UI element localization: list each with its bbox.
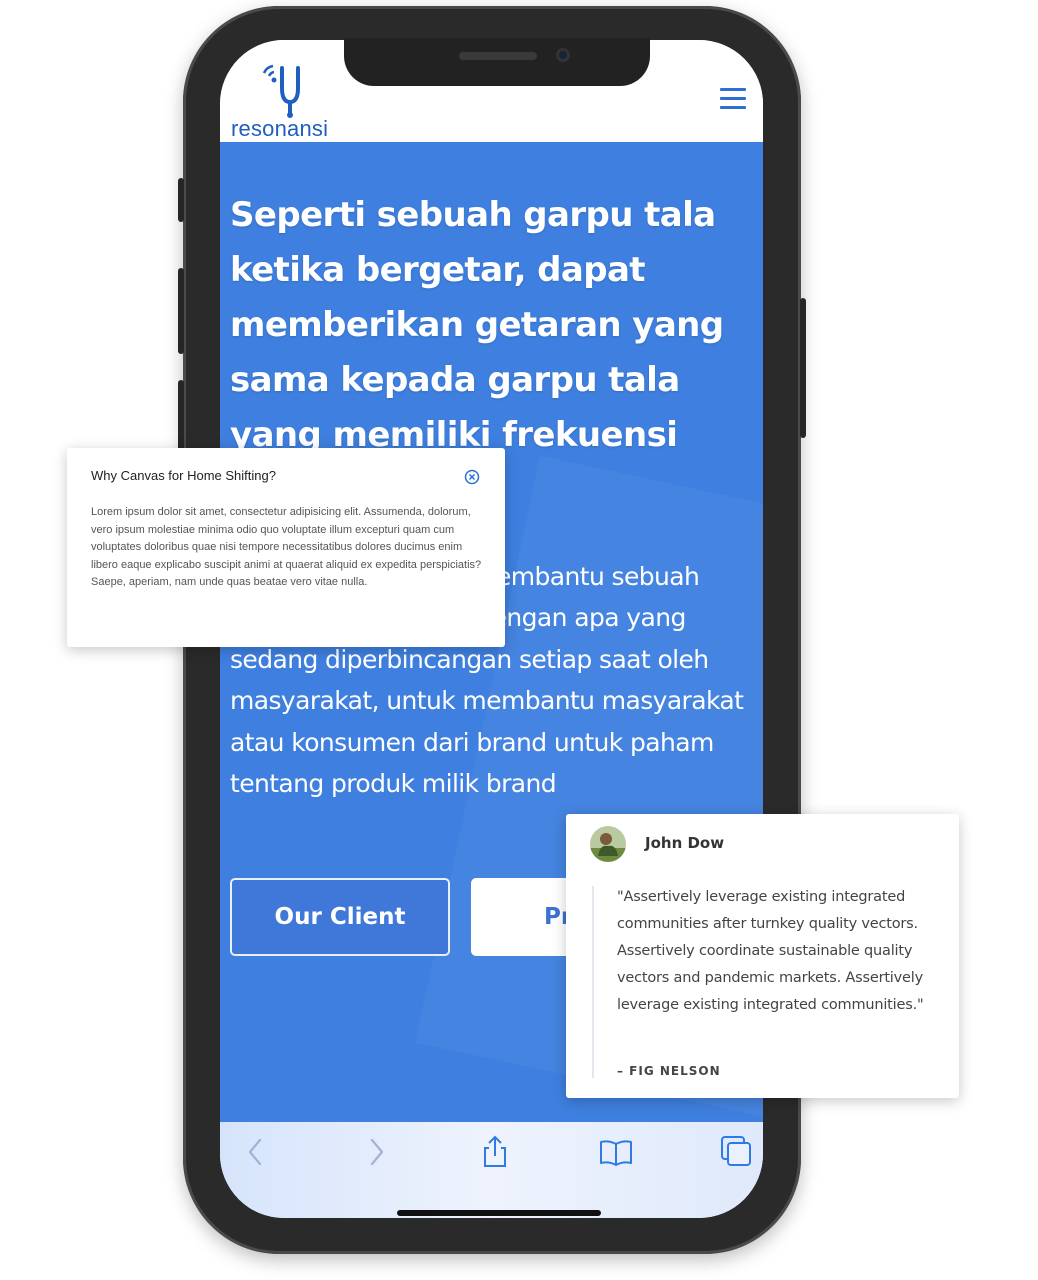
testimonial-card: John Dow "Assertively leverage existing … xyxy=(566,814,959,1098)
hamburger-menu-icon[interactable] xyxy=(720,88,746,110)
popup-title: Why Canvas for Home Shifting? xyxy=(91,468,276,483)
logo-text[interactable]: resonansi xyxy=(231,116,328,142)
home-indicator xyxy=(397,1210,601,1216)
tabs-icon[interactable] xyxy=(718,1134,754,1170)
front-camera xyxy=(556,48,570,62)
popup-body-text: Lorem ipsum dolor sit amet, consectetur … xyxy=(91,506,482,589)
close-icon[interactable] xyxy=(464,469,480,485)
tuning-fork-logo-icon xyxy=(262,64,300,118)
our-client-button[interactable]: Our Client xyxy=(230,878,450,956)
info-popup-card: Why Canvas for Home Shifting? Lorem ipsu… xyxy=(67,448,505,647)
testimonial-name: John Dow xyxy=(645,834,725,852)
phone-silent-switch xyxy=(178,178,184,222)
phone-power-button xyxy=(800,298,806,438)
phone-notch xyxy=(344,38,650,86)
quote-divider xyxy=(592,886,594,1078)
speaker-grille xyxy=(459,52,537,60)
testimonial-quote: "Assertively leverage existing integrate… xyxy=(617,889,924,1013)
phone-volume-up xyxy=(178,268,184,354)
avatar xyxy=(590,826,626,862)
browser-toolbar xyxy=(220,1122,763,1218)
bookmarks-icon[interactable] xyxy=(598,1134,634,1170)
forward-icon[interactable] xyxy=(358,1134,394,1170)
back-icon[interactable] xyxy=(238,1134,274,1170)
share-icon[interactable] xyxy=(477,1134,513,1170)
testimonial-author: – FIG NELSON xyxy=(617,1064,721,1078)
